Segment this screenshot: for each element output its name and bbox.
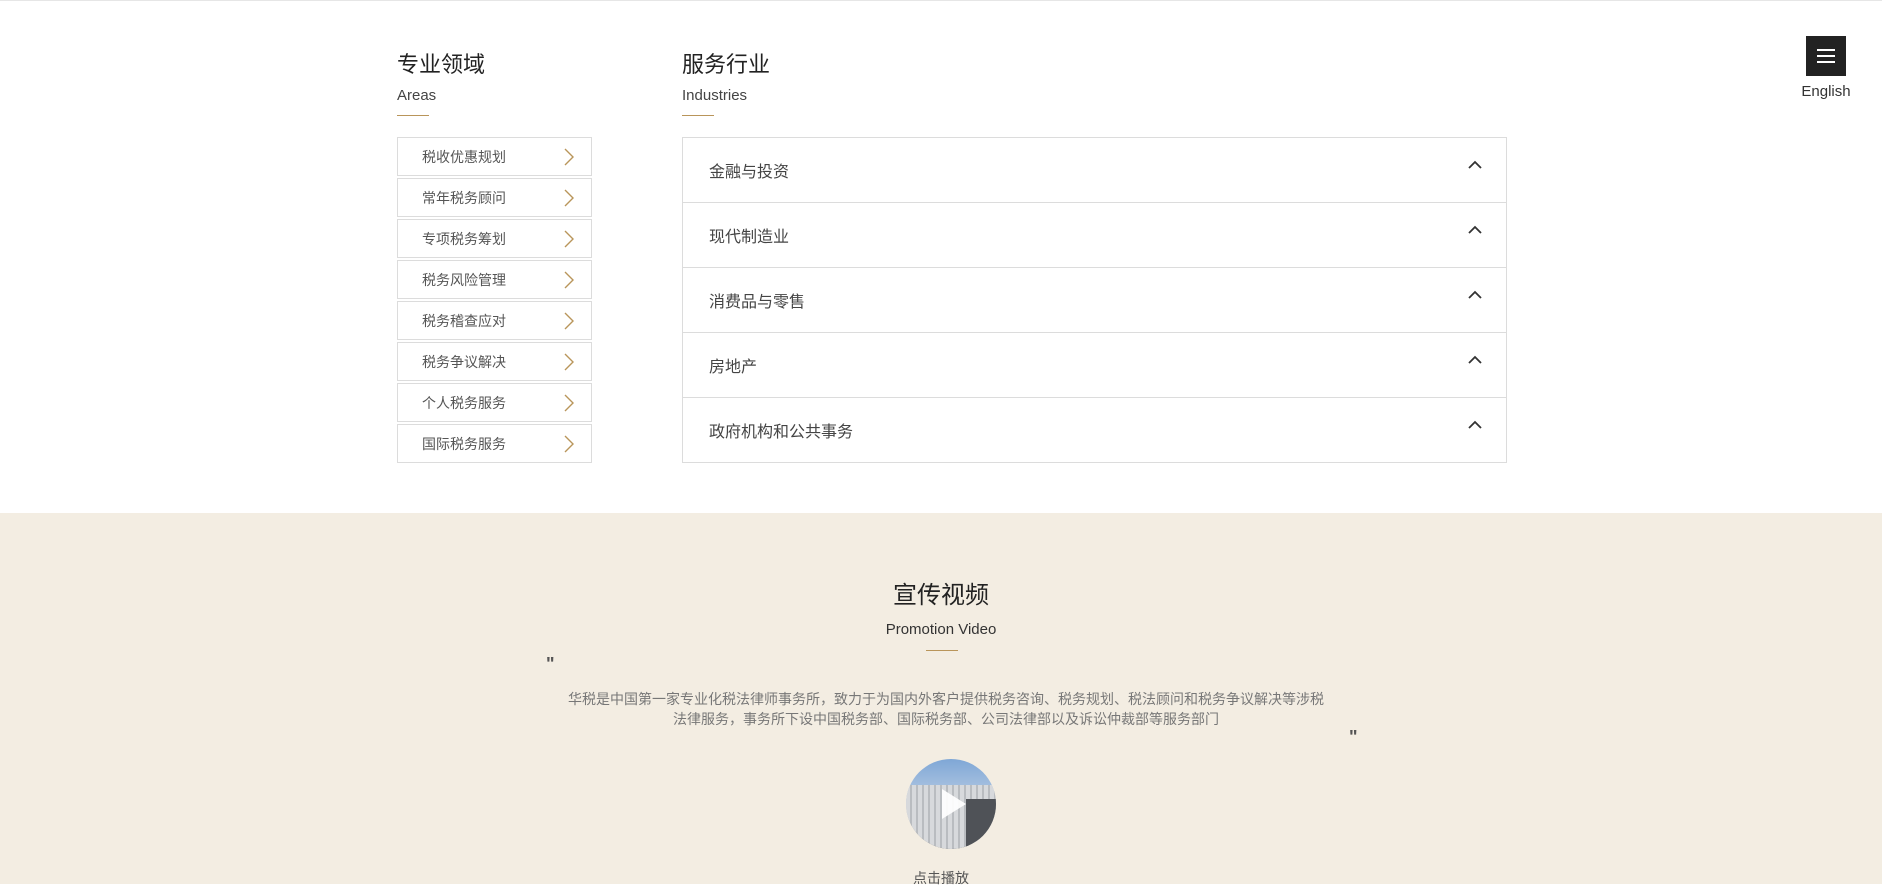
promotion-video-section: 宣传视频 Promotion Video " 华税是中国第一家专业化税法律师事务… — [0, 513, 1882, 886]
area-item[interactable]: 税务争议解决 — [397, 342, 592, 381]
chevron-right-icon — [564, 435, 574, 452]
video-play-button[interactable] — [906, 759, 996, 849]
industry-item-label: 现代制造业 — [709, 229, 790, 246]
area-item-label: 税务争议解决 — [422, 353, 506, 370]
industry-item[interactable]: 政府机构和公共事务 — [683, 398, 1506, 462]
chevron-right-icon — [564, 230, 574, 247]
areas-title: 专业领域 — [397, 52, 486, 77]
area-item-label: 专项税务筹划 — [422, 230, 506, 247]
industry-item[interactable]: 现代制造业 — [683, 203, 1506, 268]
top-divider — [0, 0, 1882, 1]
area-item[interactable]: 国际税务服务 — [397, 424, 592, 463]
industries-title-rule — [682, 115, 714, 116]
areas-list: 税收优惠规划 常年税务顾问 专项税务筹划 税务风险管理 税务稽查应对 税务争议解… — [397, 137, 592, 465]
industry-item[interactable]: 房地产 — [683, 333, 1506, 398]
areas-subtitle: Areas — [397, 87, 437, 104]
areas-title-rule — [397, 115, 429, 116]
close-quote-mark: " — [1349, 727, 1358, 747]
menu-icon-bar — [1817, 49, 1835, 51]
area-item-label: 常年税务顾问 — [422, 189, 506, 206]
area-item[interactable]: 税务风险管理 — [397, 260, 592, 299]
language-switch-link[interactable]: English — [1796, 83, 1856, 100]
chevron-right-icon — [564, 394, 574, 411]
video-title: 宣传视频 — [893, 582, 989, 609]
menu-button[interactable] — [1806, 36, 1846, 76]
area-item[interactable]: 税收优惠规划 — [397, 137, 592, 176]
area-item[interactable]: 常年税务顾问 — [397, 178, 592, 217]
video-description: 华税是中国第一家专业化税法律师事务所，致力于为国内外客户提供税务咨询、税务规划、… — [568, 691, 1324, 727]
industry-item-label: 房地产 — [709, 359, 758, 376]
chevron-up-icon — [1468, 355, 1482, 364]
area-item[interactable]: 个人税务服务 — [397, 383, 592, 422]
industry-item[interactable]: 消费品与零售 — [683, 268, 1506, 333]
chevron-up-icon — [1468, 290, 1482, 299]
industries-title: 服务行业 — [682, 52, 771, 77]
industry-item[interactable]: 金融与投资 — [683, 138, 1506, 203]
industries-subtitle: Industries — [682, 87, 748, 104]
chevron-up-icon — [1468, 420, 1482, 429]
area-item-label: 税务稽查应对 — [422, 312, 506, 329]
video-thumbnail-shade — [966, 799, 996, 849]
menu-widget: English — [1796, 36, 1856, 100]
chevron-up-icon — [1468, 160, 1482, 169]
menu-icon-bar — [1817, 55, 1835, 57]
area-item-label: 税收优惠规划 — [422, 148, 506, 165]
chevron-up-icon — [1468, 225, 1482, 234]
industry-item-label: 金融与投资 — [709, 164, 790, 181]
video-title-rule — [926, 650, 958, 651]
play-icon — [942, 789, 966, 819]
open-quote-mark: " — [546, 654, 555, 674]
chevron-right-icon — [564, 189, 574, 206]
industries-accordion: 金融与投资 现代制造业 消费品与零售 房地产 政府机构和公共事务 — [682, 137, 1507, 463]
area-item-label: 个人税务服务 — [422, 394, 506, 411]
area-item[interactable]: 专项税务筹划 — [397, 219, 592, 258]
area-item[interactable]: 税务稽查应对 — [397, 301, 592, 340]
menu-icon-bar — [1817, 61, 1835, 63]
video-subtitle: Promotion Video — [885, 621, 997, 638]
industry-item-label: 政府机构和公共事务 — [709, 424, 854, 441]
chevron-right-icon — [564, 148, 574, 165]
area-item-label: 国际税务服务 — [422, 435, 506, 452]
area-item-label: 税务风险管理 — [422, 271, 506, 288]
chevron-right-icon — [564, 271, 574, 288]
areas-heading: 专业领域 Areas — [397, 54, 485, 116]
industry-item-label: 消费品与零售 — [709, 294, 806, 311]
play-label: 点击播放 — [913, 870, 969, 886]
chevron-right-icon — [564, 353, 574, 370]
chevron-right-icon — [564, 312, 574, 329]
industries-heading: 服务行业 Industries — [682, 54, 770, 116]
